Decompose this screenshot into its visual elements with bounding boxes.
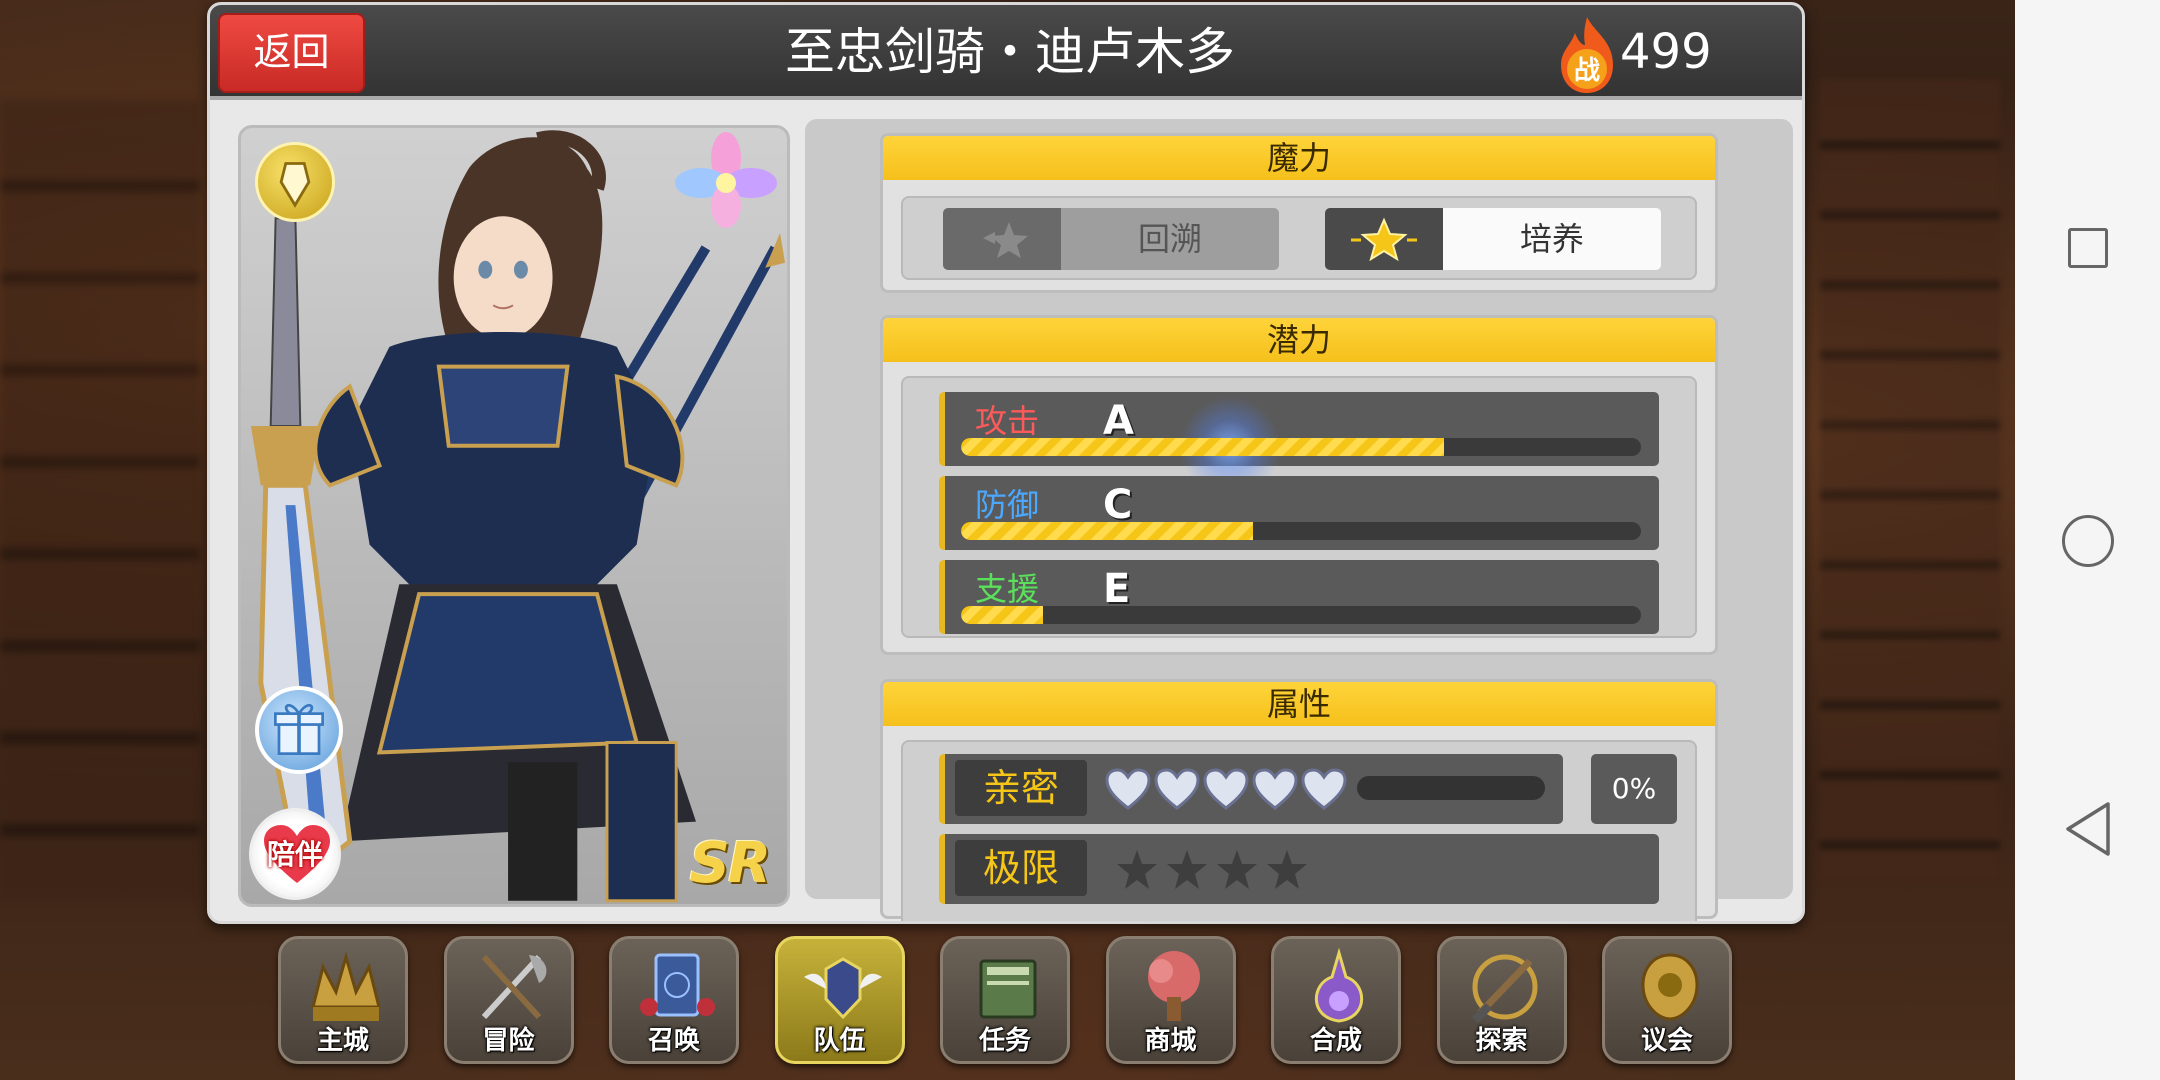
potential-stats: 攻击 A 防御 C 支援 E [901,376,1697,638]
intimacy-row: 亲密 [939,754,1563,824]
intimacy-heart-icon [1301,768,1347,810]
train-star-icon [1325,208,1443,270]
castle-crown-icon [311,951,381,1021]
limit-star-icon [1167,850,1207,889]
menu-label: 队伍 [813,1026,866,1056]
intimacy-heart-icon [1252,768,1298,810]
menu-item-6[interactable]: 商城 [1105,936,1236,1064]
team-emblem-icon [803,957,882,1020]
intimacy-heart-icon [1203,768,1249,810]
quest-book-icon [979,959,1037,1019]
stat-bar-fill [961,438,1444,456]
menu-item-2[interactable]: 冒险 [443,936,574,1064]
menu-label: 议会 [1640,1026,1693,1056]
menu-label: 商城 [1144,1026,1197,1056]
menu-item-3[interactable]: 召唤 [609,936,739,1064]
intimacy-bar [1357,776,1545,800]
menu-item-9[interactable]: 议会 [1602,936,1732,1064]
attributes-list: 亲密 0% 极限 [901,740,1697,921]
back-button[interactable]: 返回 [218,13,365,93]
menu-label: 冒险 [482,1026,535,1056]
magic-actions: 回溯 培养 [901,196,1697,280]
stat-name: 防御 [975,486,1040,524]
rewind-star-icon [943,208,1061,270]
element-flower-icon [675,132,777,228]
stat-row-support: 支援 E [939,560,1659,634]
menu-item-8[interactable]: 探索 [1436,936,1567,1064]
system-nav-bar [2015,0,2160,1080]
intimacy-heart-icon [1105,768,1151,810]
accompany-button[interactable]: 陪伴 [249,808,341,900]
menu-label: 召唤 [647,1026,700,1056]
potion-flask-icon [1314,947,1364,1023]
summon-card-icon [640,953,715,1017]
stat-bar-fill [961,522,1254,540]
limit-row: 极限 [939,834,1659,904]
rewind-label: 回溯 [1061,208,1279,270]
intimacy-percent: 0% [1591,754,1677,824]
attributes-section-title: 属性 [883,682,1715,726]
magic-section: 魔力 回溯 培养 [880,133,1718,293]
rarity-badge: SR [689,831,771,896]
shop-tree-icon [1147,951,1200,1021]
accompany-label: 陪伴 [266,838,323,871]
rewind-button[interactable]: 回溯 [943,208,1279,270]
stat-bar-track [961,438,1641,456]
weapon-type-badge-icon [255,142,335,222]
stat-bar-track [961,606,1641,624]
stat-name: 攻击 [975,402,1040,440]
bottom-menu: 主城 冒险 召唤 队伍 任务 商城 合成 探索 议会 [278,936,1738,1070]
menu-label: 任务 [978,1026,1031,1056]
limit-star-icon [1117,850,1157,889]
home-button[interactable] [2061,515,2114,567]
stat-bar-track [961,522,1641,540]
limit-label: 极限 [955,840,1087,896]
back-nav-button[interactable] [2062,800,2114,858]
gift-button[interactable] [255,686,343,774]
recent-apps-button[interactable] [2067,228,2108,268]
potential-section: 潜力 攻击 A 防御 C 支援 E [880,315,1718,655]
potential-section-title: 潜力 [883,318,1715,362]
magic-section-title: 魔力 [883,136,1715,180]
character-title: 至忠剑骑・迪卢木多 [785,23,1235,81]
menu-item-4[interactable]: 队伍 [774,936,905,1064]
stats-area: 魔力 回溯 培养 潜力 攻击 A 防御 C 支援 E 属性 亲密 0% 极限 [805,119,1793,921]
stat-row-attack: 攻击 A [939,392,1659,502]
menu-item-5[interactable]: 任务 [940,936,1070,1064]
sword-axe-icon [481,954,546,1020]
power-icon-text: 战 [1574,56,1600,86]
menu-item-1[interactable]: 主城 [278,936,408,1064]
top-bar: 返回 至忠剑骑・迪卢木多 战 499 [210,5,1802,100]
character-detail-panel: 返回 至忠剑骑・迪卢木多 战 499 陪伴 SR 魔力 回溯 培养 潜力 攻击 … [207,2,1805,924]
character-portrait [250,130,786,903]
character-card[interactable]: 陪伴 SR [238,125,790,907]
limit-star-icon [1267,850,1307,889]
menu-label: 合成 [1309,1026,1362,1056]
attributes-section: 属性 亲密 0% 极限 [880,679,1718,921]
stat-row-defense: 防御 C [939,476,1659,550]
stat-bar-fill [961,606,1043,624]
menu-label: 探索 [1475,1026,1528,1056]
limit-star-icon [1217,850,1257,889]
menu-item-7[interactable]: 合成 [1271,936,1401,1064]
council-crest-icon [1641,953,1699,1021]
intimacy-label: 亲密 [955,760,1087,816]
combat-power-flame-icon: 战 [1561,17,1613,93]
compass-shovel-icon [1471,954,1537,1023]
intimacy-heart-icon [1154,768,1200,810]
train-button[interactable]: 培养 [1325,208,1661,270]
train-label: 培养 [1443,208,1661,270]
stat-name: 支援 [975,570,1040,608]
combat-power-value: 499 [1620,24,1712,80]
menu-label: 主城 [316,1026,369,1056]
